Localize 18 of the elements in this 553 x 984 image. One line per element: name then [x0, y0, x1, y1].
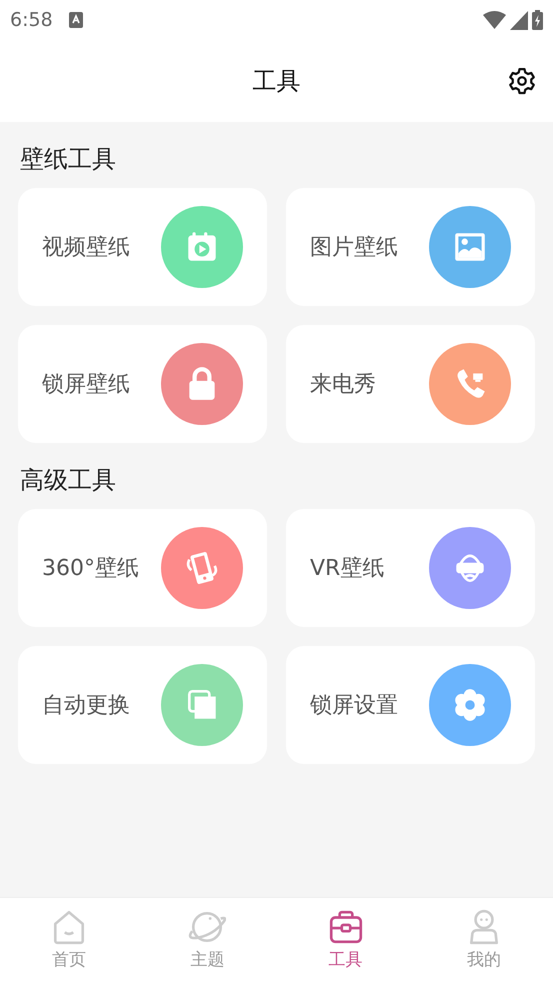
tool-card[interactable]: 360°壁纸 — [18, 509, 267, 627]
keyboard-icon — [68, 12, 83, 28]
tool-card[interactable]: 图片壁纸 — [286, 188, 535, 306]
tool-card[interactable]: 自动更换 — [18, 646, 267, 764]
tool-card[interactable]: 锁屏壁纸 — [18, 325, 267, 443]
status-time: 6:58 — [10, 8, 53, 33]
tool-card[interactable]: 视频壁纸 — [18, 188, 267, 306]
tool-card[interactable]: 来电秀 — [286, 325, 535, 443]
settings-button[interactable] — [507, 66, 537, 96]
section-title: 壁纸工具 — [20, 147, 117, 171]
section-title: 高级工具 — [20, 468, 117, 492]
signal-icon — [510, 10, 528, 30]
page-title: 工具 — [252, 66, 300, 97]
wifi-icon — [483, 11, 506, 29]
battery-icon — [532, 10, 543, 30]
nav-tab[interactable]: 工具 — [276, 898, 415, 984]
tool-card[interactable]: VR壁纸 — [286, 509, 535, 627]
tool-card[interactable]: 锁屏设置 — [286, 646, 535, 764]
